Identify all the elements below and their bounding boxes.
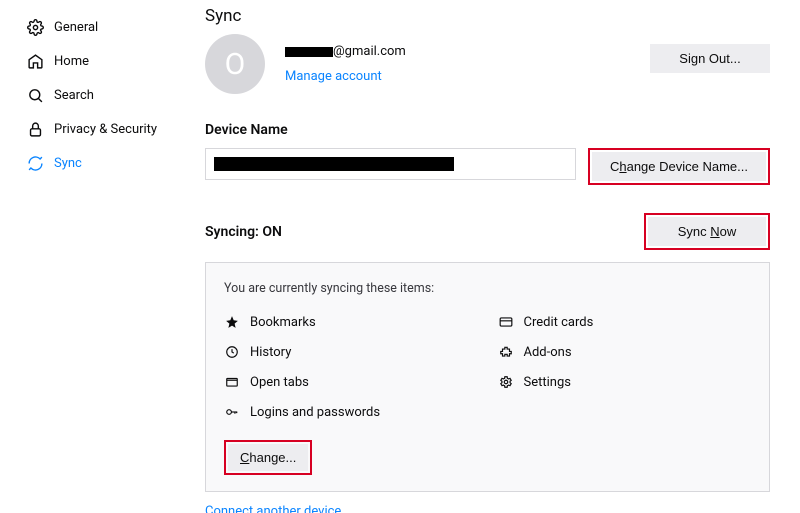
sync-intro-text: You are currently syncing these items: (224, 281, 751, 296)
page-title: Sync (205, 6, 770, 26)
highlight-change: Change... (224, 440, 312, 475)
lock-icon (26, 120, 44, 138)
sync-item-label: Credit cards (524, 315, 594, 330)
home-icon (26, 52, 44, 70)
star-icon (224, 314, 240, 330)
search-icon (26, 86, 44, 104)
email-domain: @gmail.com (333, 44, 406, 59)
device-name-heading: Device Name (205, 122, 770, 138)
sidebar-item-label: Home (54, 54, 89, 69)
puzzle-icon (498, 344, 514, 360)
sidebar-item-privacy[interactable]: Privacy & Security (20, 112, 175, 146)
sync-now-button[interactable]: Sync Now (648, 217, 766, 246)
redacted-device-name (214, 157, 454, 171)
syncing-row: Syncing: ON Sync Now (205, 213, 770, 250)
tabs-icon (224, 374, 240, 390)
sidebar-item-label: Sync (54, 156, 82, 171)
device-name-field[interactable] (205, 148, 576, 180)
sign-out-button[interactable]: Sign Out... (650, 44, 770, 73)
key-icon (224, 404, 240, 420)
device-name-row: Change Device Name... (205, 148, 770, 185)
sync-item-settings: Settings (498, 374, 752, 390)
sync-item-label: Logins and passwords (250, 405, 380, 420)
sync-item-addons: Add-ons (498, 344, 752, 360)
highlight-change-device: Change Device Name... (588, 148, 770, 185)
sync-item-label: Open tabs (250, 375, 309, 390)
sync-items-grid: Bookmarks Credit cards History (224, 314, 751, 420)
sidebar-item-label: General (54, 20, 98, 35)
account-info: @gmail.com Manage account (285, 34, 650, 84)
sync-item-label: Settings (524, 375, 571, 390)
main-content: Sync O @gmail.com Manage account Sign Ou… (185, 0, 800, 513)
sync-item-label: History (250, 345, 291, 360)
sidebar-item-search[interactable]: Search (20, 78, 175, 112)
change-device-name-button[interactable]: Change Device Name... (592, 152, 766, 181)
redacted-email-user (285, 47, 333, 57)
sidebar-item-sync[interactable]: Sync (20, 146, 175, 180)
sync-item-creditcards: Credit cards (498, 314, 752, 330)
sync-item-opentabs: Open tabs (224, 374, 478, 390)
account-section: O @gmail.com Manage account Sign Out... (205, 34, 770, 94)
manage-account-link[interactable]: Manage account (285, 69, 382, 84)
settings-sidebar: General Home Search Privacy & Security S… (0, 0, 185, 513)
avatar: O (205, 34, 265, 94)
change-sync-items-button[interactable]: Change... (228, 444, 308, 471)
account-email: @gmail.com (285, 44, 406, 59)
sync-item-label: Add-ons (524, 345, 572, 360)
credit-card-icon (498, 314, 514, 330)
gear-icon (498, 374, 514, 390)
highlight-sync-now: Sync Now (644, 213, 770, 250)
gear-icon (26, 18, 44, 36)
sync-item-logins: Logins and passwords (224, 404, 478, 420)
sync-items-panel: You are currently syncing these items: B… (205, 262, 770, 492)
sidebar-item-label: Privacy & Security (54, 122, 157, 137)
connect-another-device-link[interactable]: Connect another device (205, 504, 341, 513)
sync-item-label: Bookmarks (250, 315, 316, 330)
sync-item-history: History (224, 344, 478, 360)
sync-item-bookmarks: Bookmarks (224, 314, 478, 330)
sync-icon (26, 154, 44, 172)
sidebar-item-label: Search (54, 88, 94, 103)
syncing-heading: Syncing: ON (205, 224, 282, 240)
sidebar-item-general[interactable]: General (20, 10, 175, 44)
clock-icon (224, 344, 240, 360)
sidebar-item-home[interactable]: Home (20, 44, 175, 78)
